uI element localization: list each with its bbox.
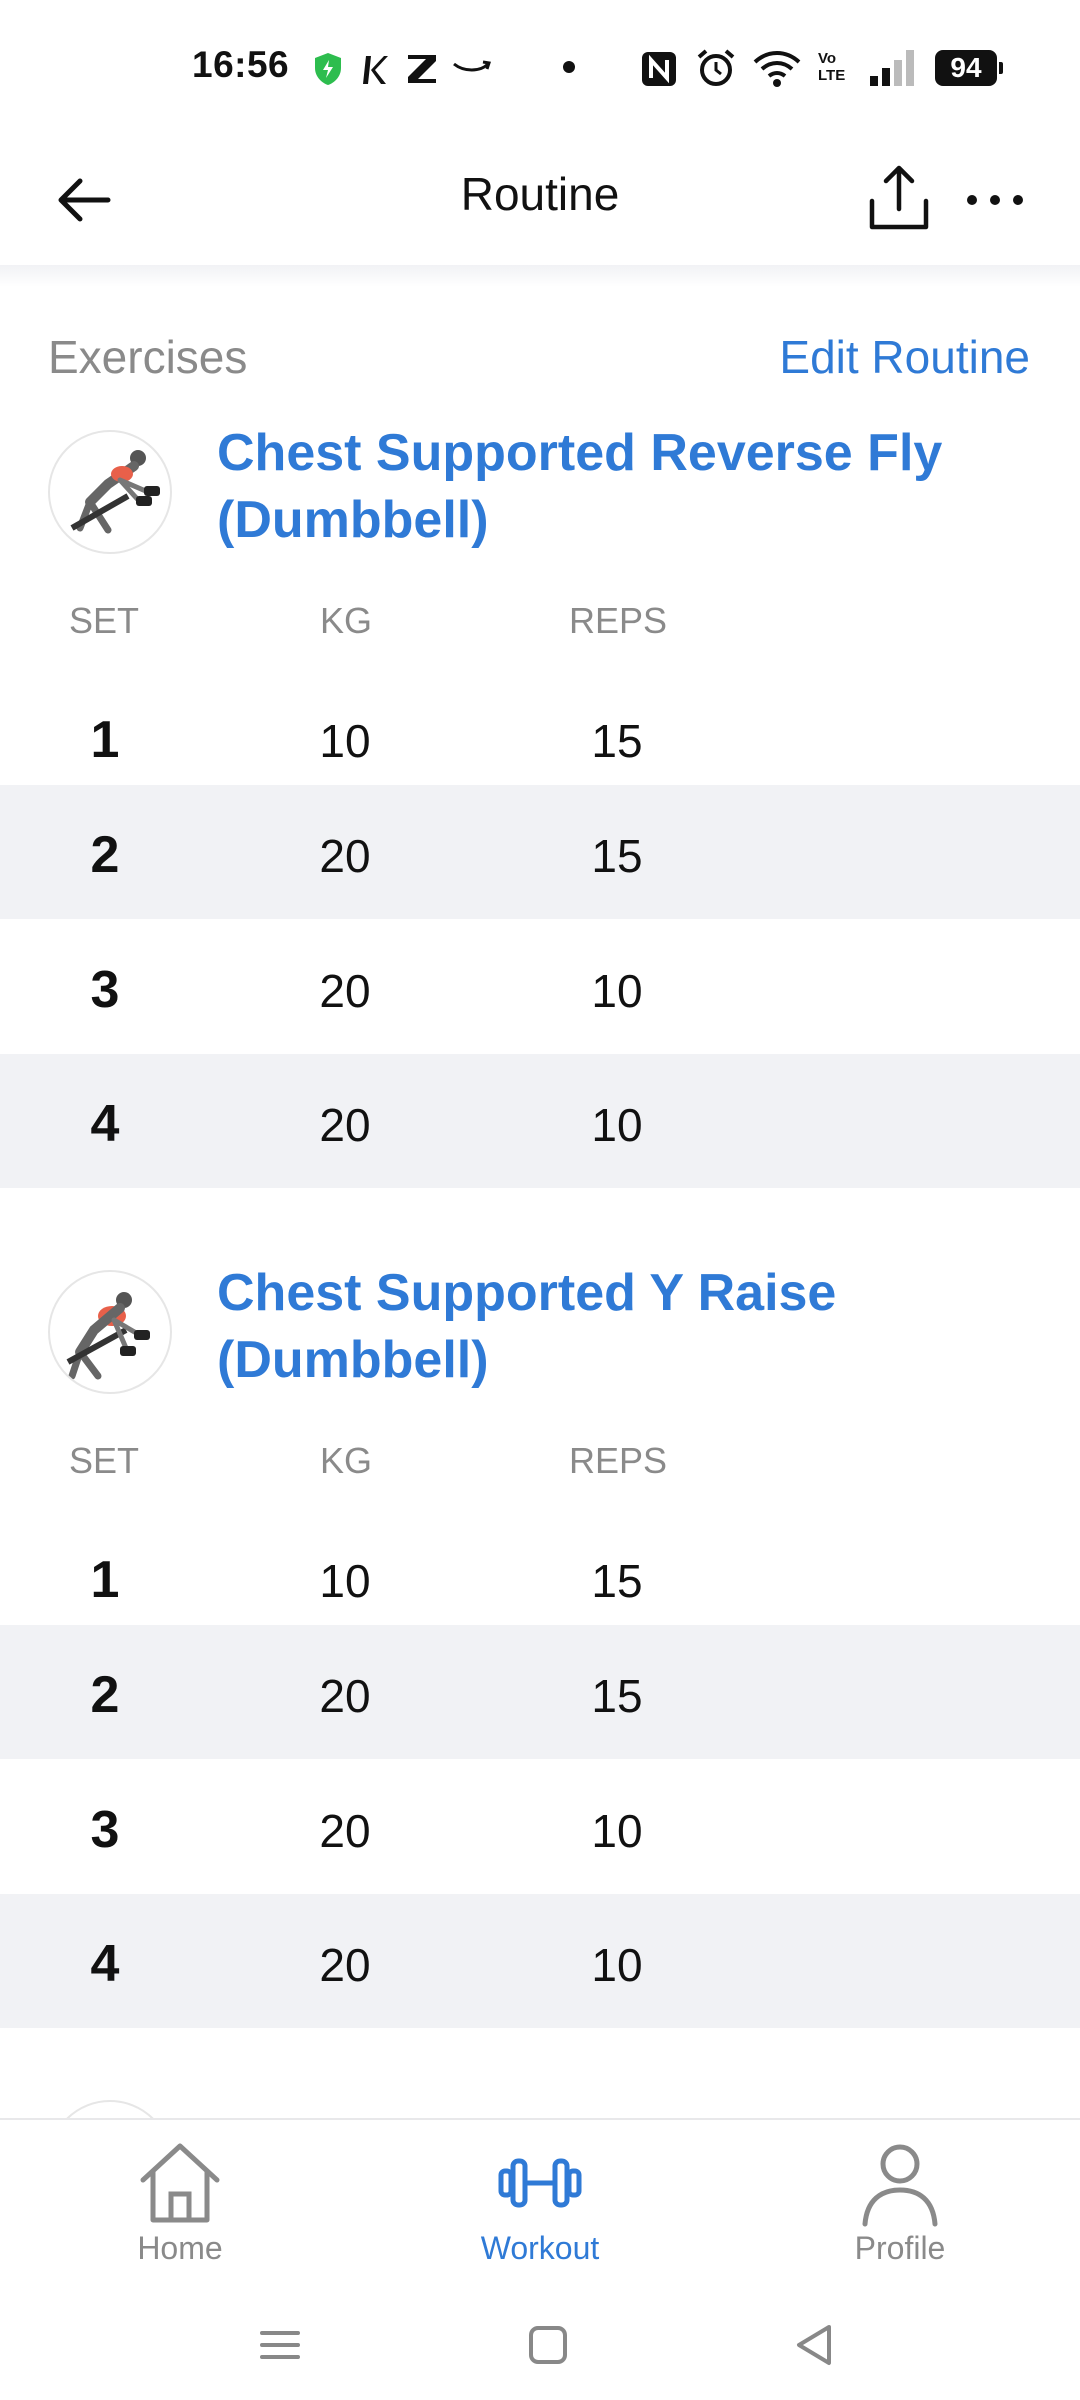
set-number: 4 <box>90 1935 120 1993</box>
set-number: 3 <box>90 961 120 1019</box>
exercise-title[interactable]: Chest Supported Y Raise (Dumbbell) <box>217 1260 1037 1394</box>
set-number: 4 <box>90 1095 120 1153</box>
exercises-label: Exercises <box>48 331 248 383</box>
top-app-bar: Routine <box>0 135 1080 265</box>
status-bar: 16:56 Vo LTE 94 <box>0 0 1080 135</box>
status-time: 16:56 <box>192 44 290 85</box>
set-row: 3 20 10 <box>0 1760 1080 1894</box>
edit-routine-button[interactable]: Edit Routine <box>779 330 1030 384</box>
z-app-icon <box>408 55 436 83</box>
header-divider <box>0 265 1080 287</box>
exercise-title-line2: (Dumbbell) <box>217 491 489 549</box>
system-navigation <box>0 2293 1080 2400</box>
col-header-reps: REPS <box>569 1440 668 1481</box>
set-row: 3 20 10 <box>0 920 1080 1054</box>
set-number: 2 <box>90 826 120 884</box>
recent-apps-icon[interactable] <box>250 2315 310 2375</box>
set-reps: 15 <box>591 1670 643 1722</box>
exercise-title[interactable]: Chest Supported Reverse Fly (Dumbbell) <box>217 420 1037 554</box>
set-weight: 20 <box>319 830 371 882</box>
set-row: 1 10 15 <box>0 1510 1080 1644</box>
y-raise-figure-icon <box>66 1292 150 1380</box>
set-reps: 15 <box>591 1555 643 1607</box>
exercise-title-line1: Chest Supported Y Raise <box>217 1264 837 1322</box>
nav-label-home: Home <box>137 2230 223 2266</box>
exercise-thumbnail[interactable] <box>48 430 172 554</box>
set-row: 1 10 15 <box>0 670 1080 804</box>
set-weight: 20 <box>319 1805 371 1857</box>
exercise-title-line2: (Dumbbell) <box>217 1331 489 1389</box>
set-weight: 10 <box>319 1555 371 1607</box>
home-square-icon[interactable] <box>518 2315 578 2375</box>
set-weight: 20 <box>319 1939 371 1991</box>
exercise-title-line1: Chest Supported Reverse Fly <box>217 424 943 482</box>
set-number: 1 <box>90 1551 120 1609</box>
battery-indicator: 94 <box>935 50 1003 86</box>
shield-icon <box>315 53 341 85</box>
set-reps: 15 <box>591 715 643 767</box>
set-number: 2 <box>90 1666 120 1724</box>
col-header-reps: REPS <box>569 600 668 641</box>
col-header-kg: KG <box>320 1440 373 1481</box>
signal-icon <box>870 50 914 86</box>
set-row: 2 20 15 <box>0 785 1080 919</box>
nav-home[interactable]: Home <box>80 2120 280 2295</box>
alarm-icon <box>697 49 735 86</box>
set-weight: 10 <box>319 715 371 767</box>
dot-icon <box>563 61 575 73</box>
reverse-fly-figure-icon <box>70 450 160 534</box>
nfc-icon <box>642 52 676 86</box>
k-app-icon <box>363 56 388 84</box>
set-weight: 20 <box>319 1099 371 1151</box>
set-reps: 10 <box>591 1805 643 1857</box>
set-reps: 10 <box>591 1099 643 1151</box>
set-weight: 20 <box>319 965 371 1017</box>
set-row: 4 20 10 <box>0 1054 1080 1188</box>
nav-workout[interactable]: Workout <box>440 2120 640 2295</box>
share-icon[interactable] <box>862 161 936 235</box>
nav-label-profile: Profile <box>854 2230 946 2266</box>
nav-label-workout: Workout <box>480 2230 600 2266</box>
bottom-navigation: Home Workout Profile <box>0 2118 1080 2295</box>
set-number: 3 <box>90 1801 120 1859</box>
exercise-thumbnail[interactable] <box>48 1270 172 1394</box>
col-header-set: SET <box>69 1440 140 1481</box>
col-header-kg: KG <box>320 600 373 641</box>
nav-profile[interactable]: Profile <box>800 2120 1000 2295</box>
set-row: 4 20 10 <box>0 1894 1080 2028</box>
col-header-set: SET <box>69 600 140 641</box>
set-number: 1 <box>90 711 120 769</box>
volte-label: Vo LTE <box>818 50 846 84</box>
set-reps: 10 <box>591 1939 643 1991</box>
set-reps: 15 <box>591 830 643 882</box>
amazon-icon <box>453 60 491 72</box>
set-weight: 20 <box>319 1670 371 1722</box>
dumbbell-icon <box>498 2158 582 2208</box>
back-triangle-icon[interactable] <box>785 2315 845 2375</box>
set-row: 2 20 15 <box>0 1625 1080 1759</box>
wifi-icon <box>753 51 801 87</box>
home-icon <box>140 2143 220 2223</box>
profile-icon <box>862 2144 938 2227</box>
set-reps: 10 <box>591 965 643 1017</box>
more-options-icon[interactable] <box>960 165 1030 235</box>
